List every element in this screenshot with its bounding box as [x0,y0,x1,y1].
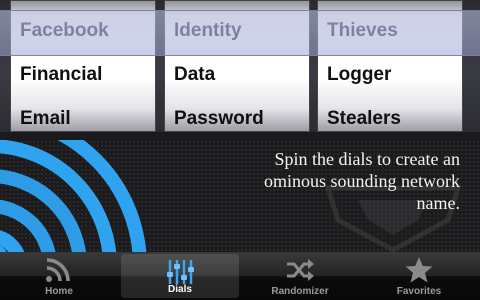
dial-picker[interactable]: Facebook Financial Email Identity Data P… [0,0,480,140]
tab-bar: Home Dials Randomizer Favorites [0,252,480,300]
tab-randomizer[interactable]: Randomizer [241,252,359,300]
dial-3-option[interactable]: Logger [327,64,391,86]
dial-1-option[interactable]: Email [20,108,71,130]
tab-dials-label: Dials [168,284,192,295]
content-area: Spin the dials to create an ominous soun… [0,140,480,252]
dial-2-option[interactable]: Password [174,108,264,130]
dial-3-selected[interactable]: Thieves [327,20,398,42]
dial-2-selected[interactable]: Identity [174,20,242,42]
dial-wheel-2[interactable]: Identity Data Password [164,0,310,132]
tagline-text: Spin the dials to create an ominous soun… [264,149,460,213]
dial-1-option[interactable]: Financial [20,64,102,86]
star-icon [405,257,433,283]
tab-home[interactable]: Home [0,252,118,300]
tab-randomizer-label: Randomizer [271,286,329,297]
tab-favorites[interactable]: Favorites [360,252,478,300]
dial-2-option[interactable]: Data [174,64,215,86]
wifi-icon [46,258,70,282]
wifi-logo-icon [0,140,147,252]
picker-shadow [0,132,480,140]
tab-home-label: Home [45,286,73,297]
tab-dials[interactable]: Dials [121,254,239,298]
dial-wheel-1[interactable]: Facebook Financial Email [10,0,156,132]
dial-wheel-3[interactable]: Thieves Logger Stealers [317,0,463,132]
dial-3-option[interactable]: Stealers [327,108,401,130]
shuffle-icon [287,259,314,281]
sliders-icon [167,260,194,284]
dial-1-selected[interactable]: Facebook [20,20,109,42]
tab-favorites-label: Favorites [396,286,442,297]
